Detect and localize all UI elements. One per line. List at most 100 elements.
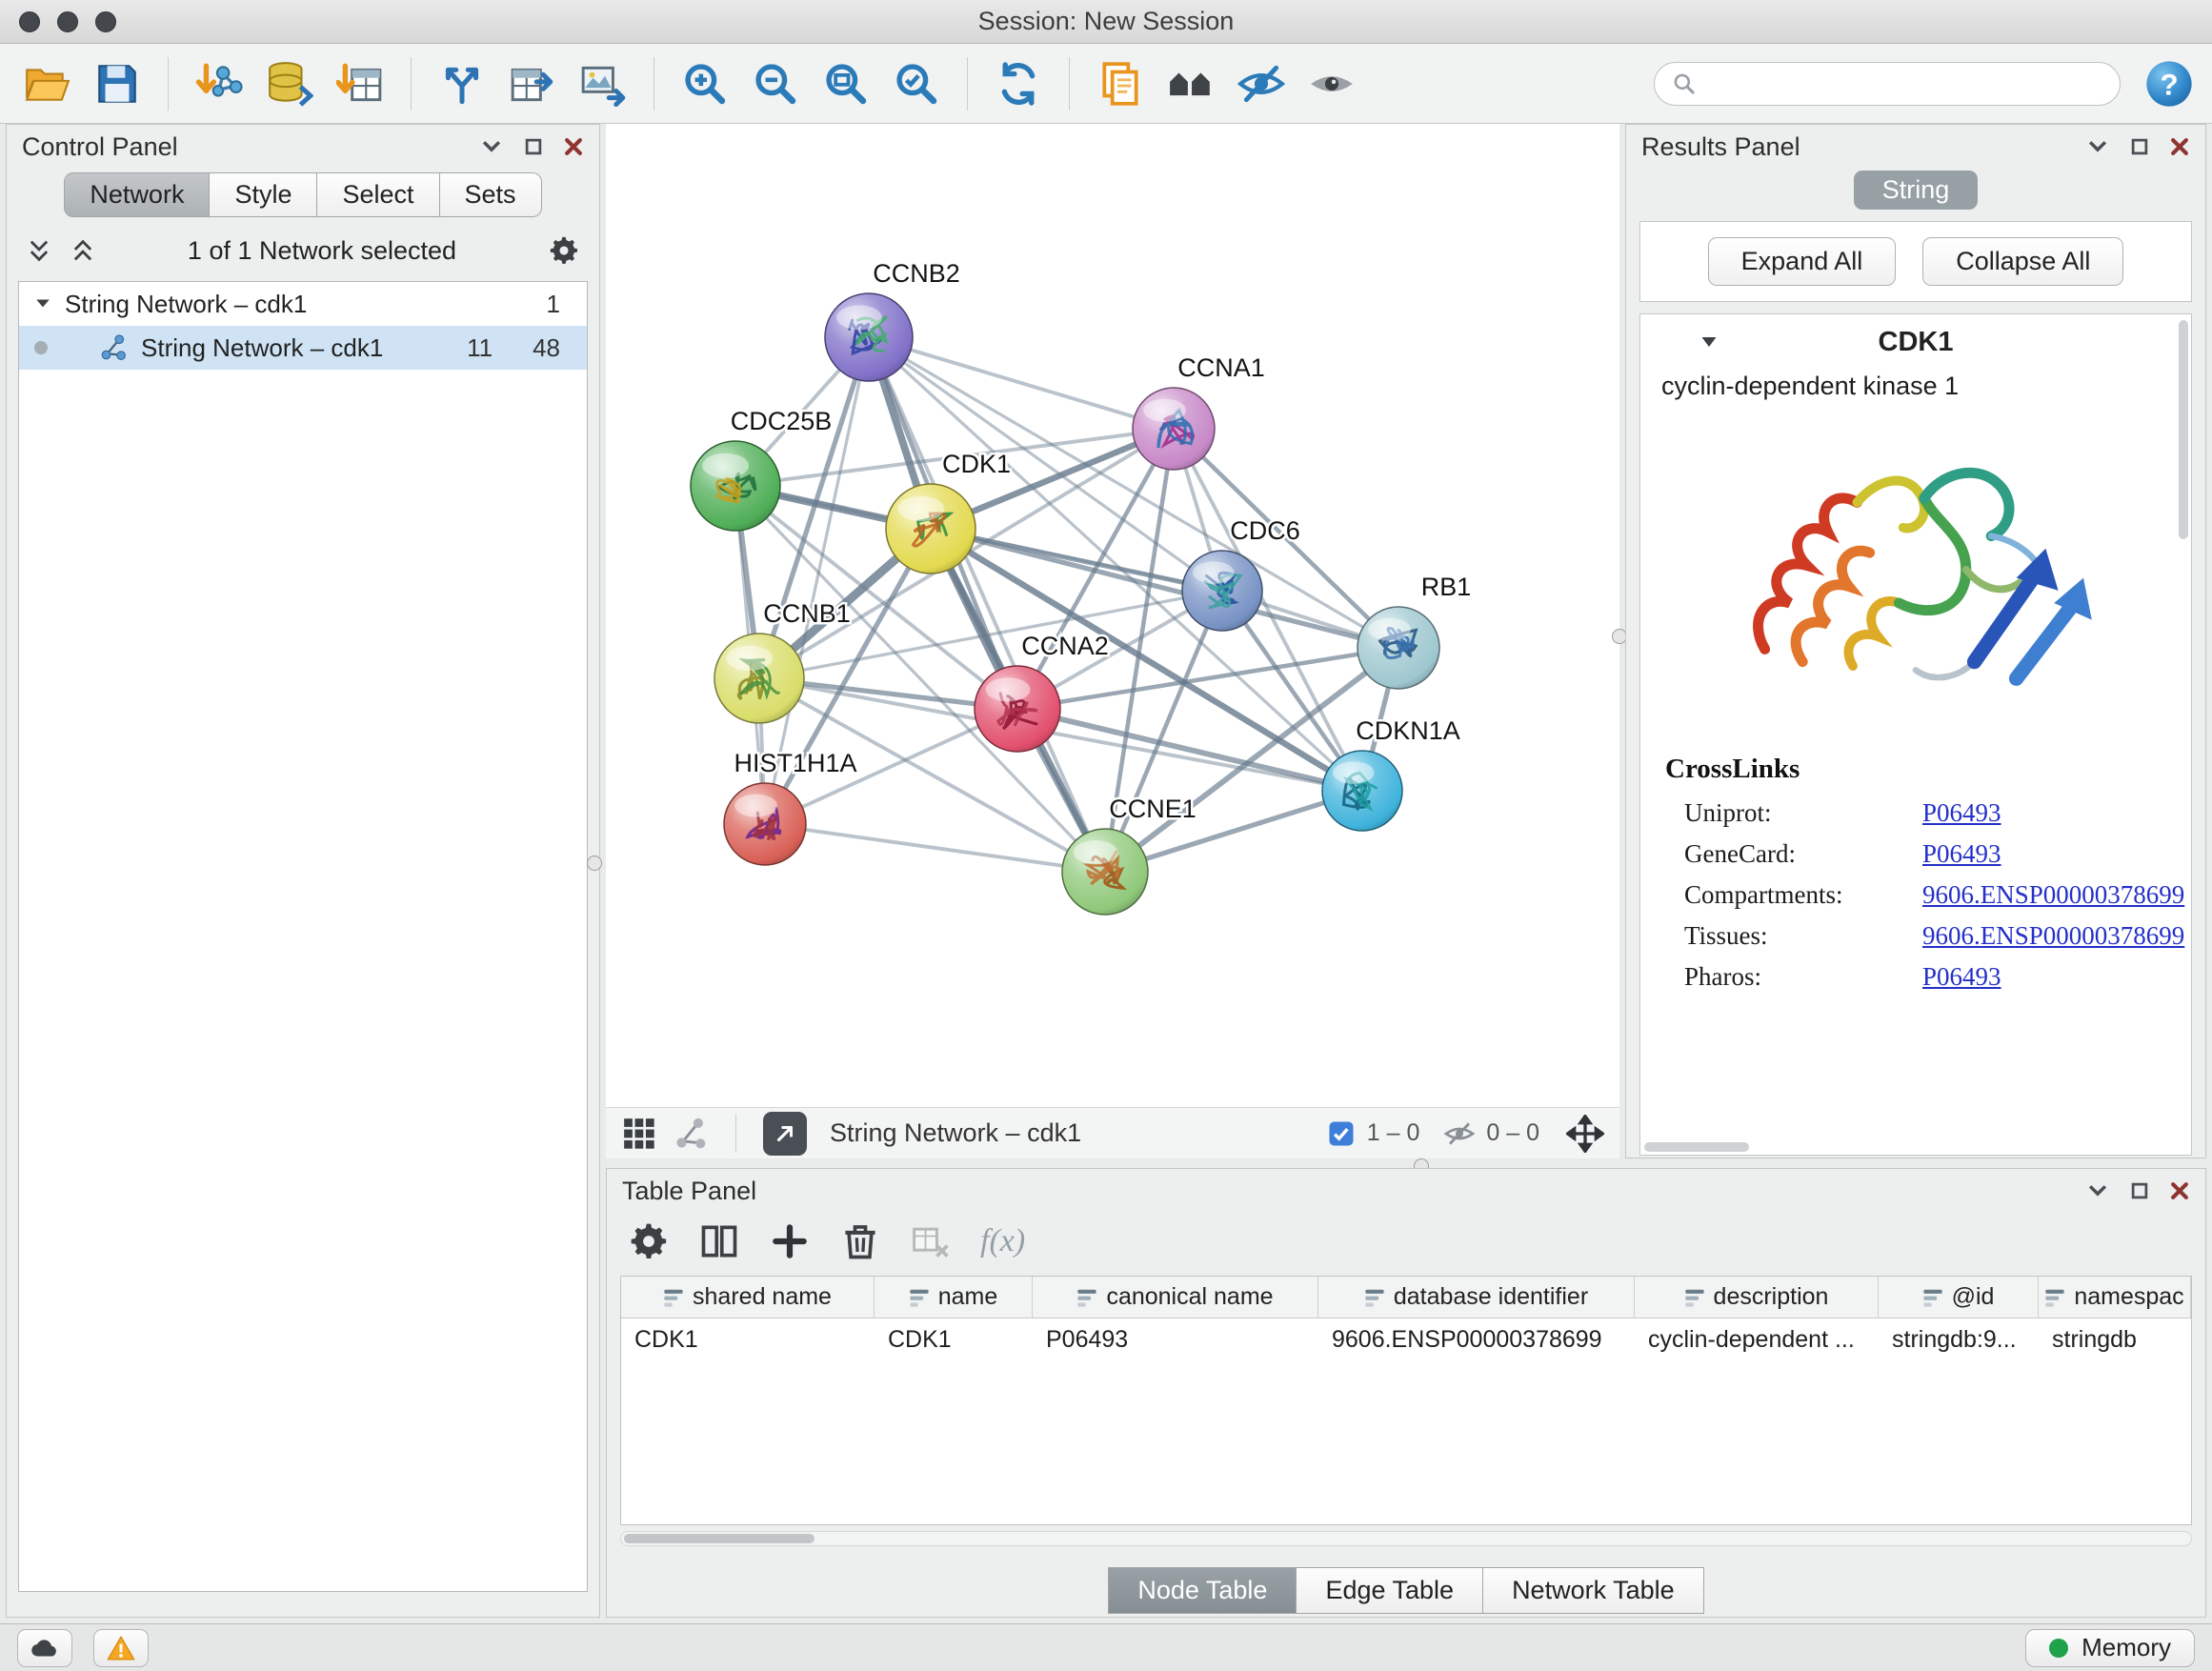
tree-expander-icon[interactable]: [34, 295, 51, 312]
hide-selected-button[interactable]: [1230, 53, 1293, 114]
table-cell[interactable]: stringdb: [2039, 1319, 2191, 1360]
node-HIST1H1A[interactable]: [724, 783, 806, 865]
close-panel-icon[interactable]: [2169, 1180, 2190, 1201]
close-window-button[interactable]: [19, 11, 40, 32]
crosslink-compartments[interactable]: 9606.ENSP00000378699: [1922, 880, 2184, 910]
column-header--id[interactable]: @id: [1879, 1277, 2039, 1318]
tab-edge-table[interactable]: Edge Table: [1297, 1567, 1483, 1614]
edge-CCNA2-CDKN1A[interactable]: [1017, 709, 1362, 791]
selected-checkbox-icon[interactable]: [1327, 1119, 1356, 1148]
section-expander-icon[interactable]: [1699, 333, 1719, 351]
edge-CDK1-RB1[interactable]: [931, 529, 1398, 648]
column-header-description[interactable]: description: [1635, 1277, 1879, 1318]
memory-button[interactable]: Memory: [2025, 1629, 2195, 1667]
node-CCNB2[interactable]: [825, 293, 913, 381]
save-session-button[interactable]: [86, 53, 149, 114]
pan-move-icon[interactable]: [1566, 1115, 1604, 1153]
scrollbar-thumb[interactable]: [624, 1534, 814, 1543]
show-all-button[interactable]: [1300, 53, 1363, 114]
maximize-window-button[interactable]: [95, 11, 116, 32]
zoom-out-button[interactable]: [744, 53, 807, 114]
open-in-browser-button[interactable]: [763, 1112, 807, 1156]
search-input[interactable]: [1706, 69, 2102, 98]
tab-sets[interactable]: Sets: [440, 172, 542, 217]
node-CDC6[interactable]: [1182, 551, 1262, 631]
network-row[interactable]: String Network – cdk1 11 48: [19, 326, 587, 370]
edge-CCNB2-CCNE1[interactable]: [869, 337, 1105, 872]
table-cell[interactable]: P06493: [1033, 1319, 1318, 1360]
expand-all-icon[interactable]: [70, 237, 96, 264]
hidden-eye-slash-icon[interactable]: [1444, 1118, 1475, 1149]
node-CDC25B[interactable]: [691, 441, 780, 531]
tab-network[interactable]: Network: [64, 172, 210, 217]
crosslink-pharos[interactable]: P06493: [1922, 962, 2001, 992]
toolbar-search[interactable]: [1654, 62, 2121, 106]
close-panel-icon[interactable]: [2169, 136, 2190, 157]
tab-select[interactable]: Select: [317, 172, 439, 217]
chevron-down-icon[interactable]: [2085, 1180, 2110, 1201]
home-button[interactable]: [1159, 53, 1222, 114]
zoom-selected-button[interactable]: [885, 53, 948, 114]
node-CCNA1[interactable]: [1133, 388, 1215, 470]
tab-node-table[interactable]: Node Table: [1108, 1567, 1297, 1614]
table-row[interactable]: CDK1CDK1P064939606.ENSP00000378699cyclin…: [621, 1319, 2191, 1360]
collapse-all-icon[interactable]: [26, 237, 52, 264]
select-columns-icon[interactable]: [698, 1220, 740, 1262]
expand-all-button[interactable]: Expand All: [1708, 237, 1897, 286]
collapse-all-button[interactable]: Collapse All: [1922, 237, 2123, 286]
grid-view-icon[interactable]: [621, 1116, 657, 1152]
import-table-file-button[interactable]: [329, 53, 392, 114]
node-RB1[interactable]: [1357, 607, 1439, 689]
tab-network-table[interactable]: Network Table: [1483, 1567, 1704, 1614]
table-cell[interactable]: stringdb:9...: [1879, 1319, 2039, 1360]
edge-CCNB2-CCNA1[interactable]: [869, 337, 1174, 429]
import-network-file-button[interactable]: [188, 53, 251, 114]
chevron-down-icon[interactable]: [2085, 136, 2110, 157]
delete-column-icon[interactable]: [839, 1220, 881, 1262]
node-CCNE1[interactable]: [1062, 829, 1148, 915]
import-network-database-button[interactable]: [258, 53, 321, 114]
zoom-in-button[interactable]: [674, 53, 736, 114]
refresh-layout-button[interactable]: [987, 53, 1050, 114]
node-CDK1[interactable]: [886, 484, 975, 574]
copy-button[interactable]: [1089, 53, 1152, 114]
network-view-canvas[interactable]: CCNB2CCNA1CDC25BCDK1CDC6RB1CCNB1CCNA2CDK…: [606, 124, 1619, 1107]
protein-section-header[interactable]: CDK1: [1640, 314, 2191, 370]
column-header-database-identifier[interactable]: database identifier: [1318, 1277, 1635, 1318]
float-panel-icon[interactable]: [523, 136, 544, 157]
gear-icon[interactable]: [548, 234, 580, 267]
table-cell[interactable]: cyclin-dependent ...: [1635, 1319, 1879, 1360]
minimize-window-button[interactable]: [57, 11, 78, 32]
cloud-status-button[interactable]: [17, 1629, 72, 1667]
tab-string[interactable]: String: [1854, 171, 1979, 210]
node-CDKN1A[interactable]: [1322, 751, 1402, 831]
table-settings-gear-icon[interactable]: [628, 1220, 670, 1262]
node-CCNB1[interactable]: [714, 634, 804, 723]
column-header-shared-name[interactable]: shared name: [621, 1277, 875, 1318]
network-tools-button[interactable]: [431, 53, 493, 114]
close-panel-icon[interactable]: [563, 136, 584, 157]
splitter-handle[interactable]: [587, 856, 602, 871]
warnings-button[interactable]: [93, 1629, 149, 1667]
node-CCNA2[interactable]: [975, 666, 1060, 752]
table-horizontal-scrollbar[interactable]: [620, 1531, 2192, 1546]
crosslink-tissues[interactable]: 9606.ENSP00000378699: [1922, 921, 2184, 951]
column-header-name[interactable]: name: [875, 1277, 1033, 1318]
export-network-button[interactable]: [501, 53, 564, 114]
column-header-namespac[interactable]: namespac: [2039, 1277, 2191, 1318]
horizontal-scrollbar[interactable]: [1644, 1142, 1749, 1152]
float-panel-icon[interactable]: [2129, 136, 2150, 157]
table-cell[interactable]: 9606.ENSP00000378699: [1318, 1319, 1635, 1360]
help-button[interactable]: ?: [2142, 56, 2197, 111]
crosslink-uniprot[interactable]: P06493: [1922, 798, 2001, 828]
add-column-icon[interactable]: [769, 1220, 811, 1262]
chevron-down-icon[interactable]: [479, 136, 504, 157]
network-collection-row[interactable]: String Network – cdk1 1: [19, 282, 587, 326]
zoom-fit-button[interactable]: [814, 53, 877, 114]
vertical-scrollbar[interactable]: [2179, 320, 2188, 539]
function-builder-button[interactable]: f(x): [980, 1223, 1025, 1259]
float-panel-icon[interactable]: [2129, 1180, 2150, 1201]
table-cell[interactable]: CDK1: [875, 1319, 1033, 1360]
tab-style[interactable]: Style: [210, 172, 317, 217]
table-cell[interactable]: CDK1: [621, 1319, 875, 1360]
